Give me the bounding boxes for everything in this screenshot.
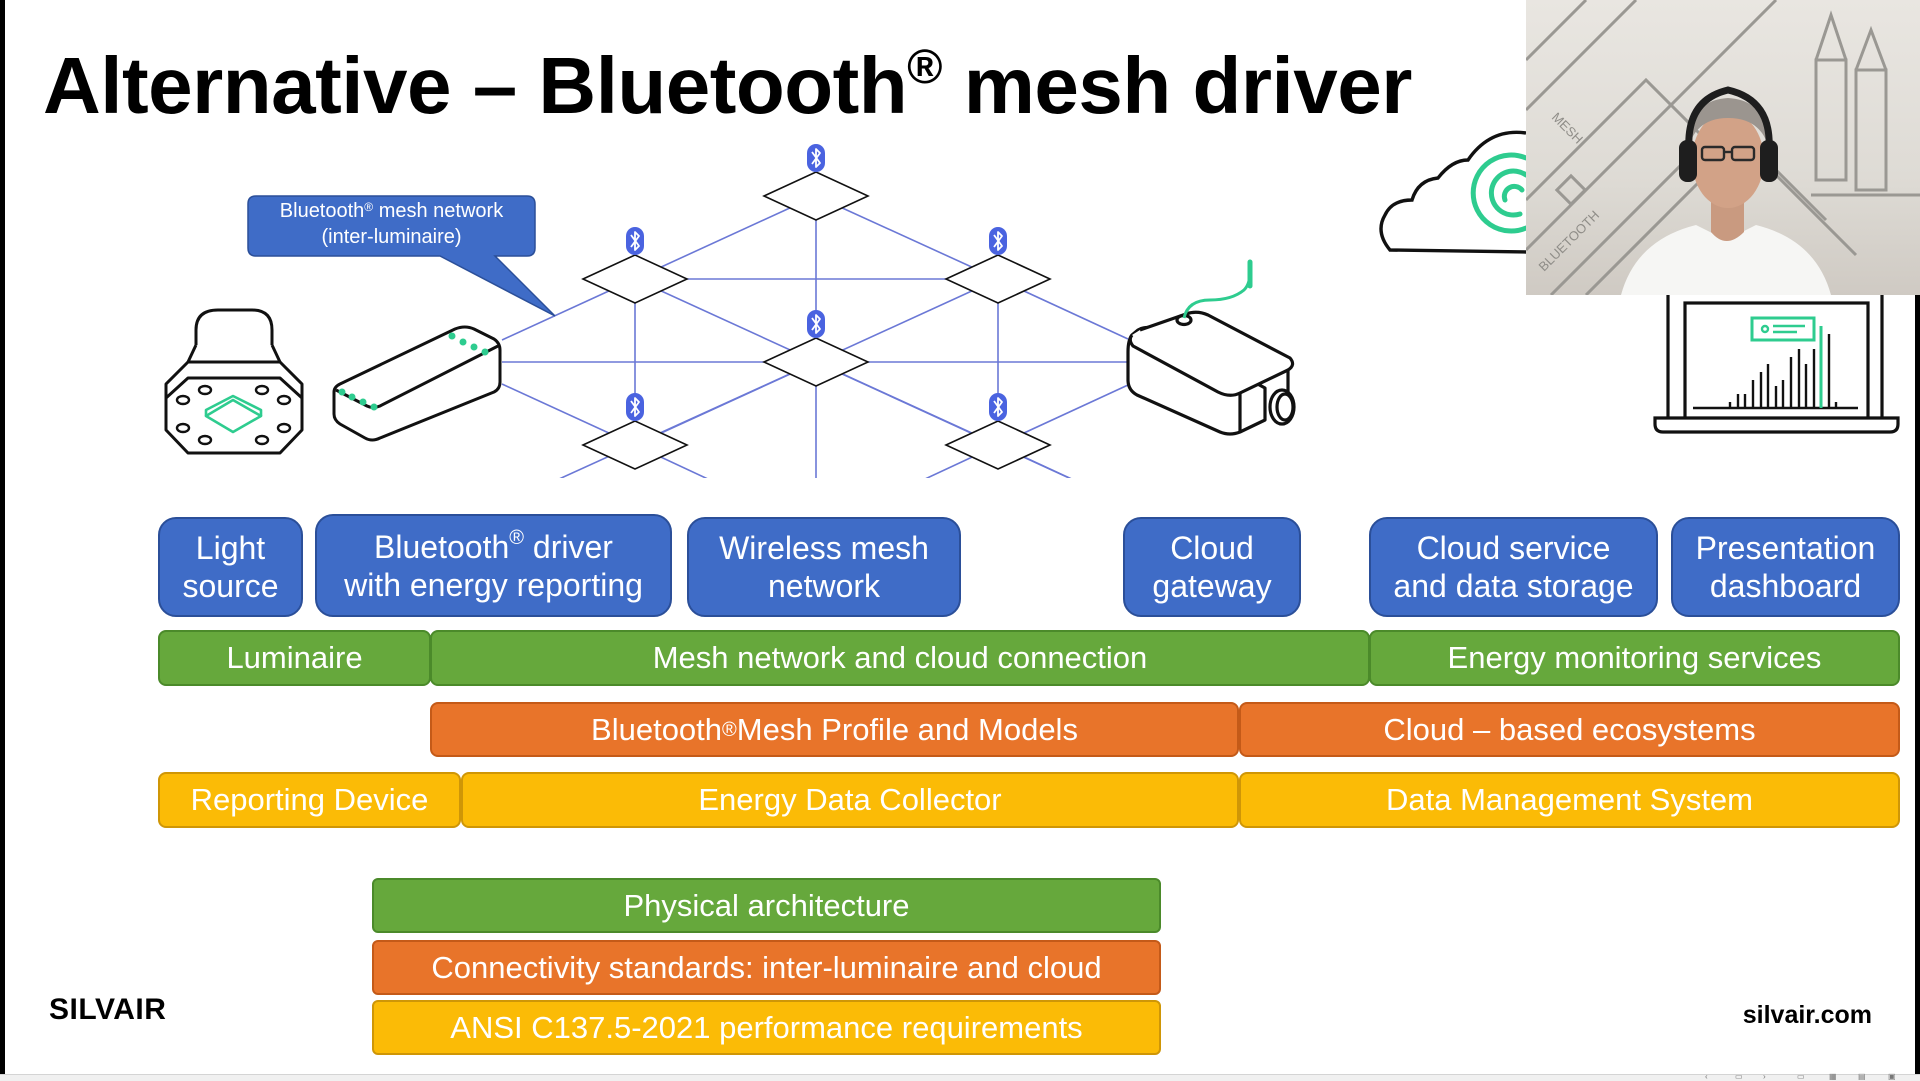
component-label-line1: Presentation [1695, 530, 1876, 566]
bluetooth-icon [988, 392, 1008, 422]
bluetooth-icon [625, 392, 645, 422]
component-label-line1: Light [195, 530, 266, 566]
callout-line2: (inter-luminaire) [321, 226, 462, 248]
legend-connectivity-standards: Connectivity standards: inter-luminaire … [372, 940, 1161, 995]
website-link: silvair.com [1742, 1001, 1872, 1029]
callout-line1a: Bluetooth [279, 200, 365, 222]
layer-data-management-system: Data Management System [1239, 772, 1900, 828]
layer-bluetooth-mesh-profile: Bluetooth ® Mesh Profile and Models [430, 702, 1239, 757]
component-label-line2: source [182, 568, 279, 604]
layer-energy-data-collector: Energy Data Collector [461, 772, 1239, 828]
bluetooth-icon [806, 309, 826, 339]
component-label-line1: Bluetooth® driver [374, 526, 613, 565]
component-label-line1: Wireless mesh [719, 530, 929, 566]
layer-energy-monitoring: Energy monitoring services [1369, 630, 1900, 686]
layer-mesh-network-cloud: Mesh network and cloud connection [430, 630, 1370, 686]
layer-cloud-ecosystems: Cloud – based ecosystems [1239, 702, 1900, 757]
callout-text: Bluetooth® mesh network (inter-luminaire… [248, 198, 535, 250]
component-cloud-gateway: Cloud gateway [1123, 517, 1301, 617]
layer-reporting-device: Reporting Device [158, 772, 461, 828]
component-label-line2: gateway [1152, 568, 1272, 604]
laptop-dashboard-icon [1653, 278, 1900, 434]
component-label-line1: Cloud [1170, 530, 1254, 566]
component-label-line2: with energy reporting [344, 566, 643, 603]
component-label-line1: Cloud service [1416, 530, 1611, 566]
component-light-source: Light source [158, 517, 303, 617]
component-label-line2: dashboard [1709, 568, 1862, 604]
bluetooth-driver-icon [332, 325, 502, 442]
webcam-background-mural: MESH BLUETOOTH [1526, 0, 1920, 295]
component-cloud-service: Cloud service and data storage [1369, 517, 1658, 617]
legend-physical-architecture: Physical architecture [372, 878, 1161, 933]
mural-text-bluetooth: BLUETOOTH [1536, 207, 1603, 274]
callout-line1b: mesh network [373, 200, 504, 222]
webcam-video: MESH BLUETOOTH [1526, 0, 1920, 295]
component-wireless-mesh: Wireless mesh network [687, 517, 961, 617]
legend-performance-requirements: ANSI C137.5-2021 performance requirement… [372, 1000, 1161, 1055]
cloud-gateway-icon [1126, 259, 1296, 436]
component-presentation-dashboard: Presentation dashboard [1671, 517, 1900, 617]
bluetooth-icon [806, 143, 826, 173]
mural-text-mesh: MESH [1549, 110, 1586, 147]
silvair-logo: SILVAIR [49, 993, 167, 1026]
bluetooth-icon [988, 226, 1008, 256]
component-label-line2: and data storage [1393, 568, 1634, 604]
bluetooth-icon [625, 226, 645, 256]
component-label-line2: network [767, 568, 881, 604]
layer-luminaire: Luminaire [158, 630, 431, 686]
luminaire-icon [164, 308, 304, 455]
registered-mark: ® [364, 200, 374, 214]
component-bluetooth-driver: Bluetooth® driver with energy reporting [315, 514, 672, 617]
cloud-icon [1379, 130, 1529, 254]
